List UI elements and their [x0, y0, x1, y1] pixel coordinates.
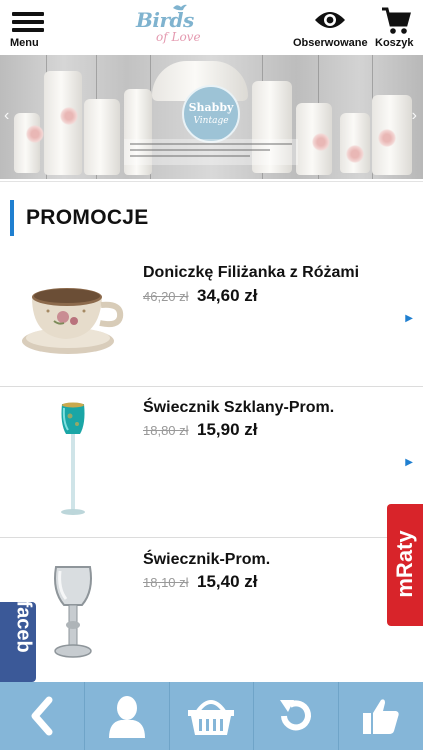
product-price: 18,10 zł 15,40 zł — [143, 572, 258, 592]
product-image[interactable] — [18, 402, 128, 515]
product-item[interactable]: Świecznik-Prom. 18,10 zł 15,40 zł — [0, 539, 423, 682]
hamburger-icon — [12, 12, 44, 36]
cart-button[interactable]: Koszyk — [373, 4, 419, 50]
banner-small-text-block — [124, 139, 298, 165]
logo-word-birds: Birds — [136, 8, 194, 32]
product-image[interactable] — [18, 265, 128, 375]
mraty-tab[interactable]: mRaty — [387, 504, 423, 626]
new-price: 15,40 zł — [197, 572, 258, 591]
product-price: 18,80 zł 15,90 zł — [143, 420, 258, 440]
new-price: 15,90 zł — [197, 420, 258, 439]
logo-word-love: of Love — [156, 30, 201, 44]
like-icon — [363, 699, 399, 734]
mraty-label: mRaty — [392, 530, 417, 598]
turquoise-glass-candle-holder-icon — [61, 402, 85, 515]
back-icon — [31, 696, 53, 736]
badge-line-1: Shabby — [188, 101, 234, 114]
store-logo[interactable]: Birds of Love — [136, 2, 202, 50]
basket-icon — [188, 700, 235, 735]
watched-button[interactable]: Obserwowane — [293, 6, 368, 50]
cart-icon — [382, 7, 411, 34]
product-name[interactable]: Doniczkę Filiżanka z Różami — [143, 264, 359, 282]
chevron-right-icon[interactable]: ▶ — [405, 457, 413, 468]
refresh-icon — [280, 700, 312, 731]
product-item[interactable]: Świecznik Szklany-Prom. 18,80 zł 15,90 z… — [0, 388, 423, 538]
product-name[interactable]: Świecznik-Prom. — [143, 551, 270, 569]
basket-button[interactable] — [170, 682, 255, 750]
cart-label: Koszyk — [375, 37, 414, 49]
product-price: 46,20 zł 34,60 zł — [143, 286, 258, 306]
product-item[interactable]: Doniczkę Filiżanka z Różami 46,20 zł 34,… — [0, 251, 423, 387]
old-price: 18,80 zł — [143, 423, 189, 438]
teacup-planter-icon — [22, 288, 124, 354]
shabby-vintage-badge: Shabby Vintage — [182, 85, 240, 143]
back-button[interactable] — [0, 682, 85, 750]
product-name[interactable]: Świecznik Szklany-Prom. — [143, 399, 334, 417]
refresh-button[interactable] — [254, 682, 340, 750]
banner-next-icon[interactable]: › — [412, 107, 417, 125]
new-price: 34,60 zł — [197, 286, 258, 305]
banner-prev-icon[interactable]: ‹ — [4, 107, 9, 125]
facebook-tab[interactable]: faceb — [0, 602, 36, 682]
section-accent-bar — [10, 200, 14, 236]
old-price: 18,10 zł — [143, 575, 189, 590]
watched-label: Obserwowane — [293, 37, 368, 49]
eye-icon — [315, 12, 345, 28]
section-title: PROMOCJE — [26, 206, 149, 229]
account-icon — [108, 696, 145, 738]
promo-banner[interactable]: Shabby Vintage ‹ › — [0, 55, 423, 179]
account-button[interactable] — [85, 682, 170, 750]
like-button[interactable] — [339, 682, 423, 750]
bottom-nav-bar — [0, 682, 423, 750]
badge-line-2: Vintage — [193, 116, 229, 126]
promotions-section-header: PROMOCJE — [0, 181, 423, 251]
chevron-right-icon[interactable]: ▶ — [405, 313, 413, 324]
menu-label: Menu — [10, 37, 39, 49]
menu-button[interactable]: Menu — [10, 8, 46, 50]
app-header: Menu Birds of Love Obserwowane Koszyk — [0, 0, 423, 54]
facebook-label: faceb — [12, 602, 35, 653]
old-price: 46,20 zł — [143, 289, 189, 304]
